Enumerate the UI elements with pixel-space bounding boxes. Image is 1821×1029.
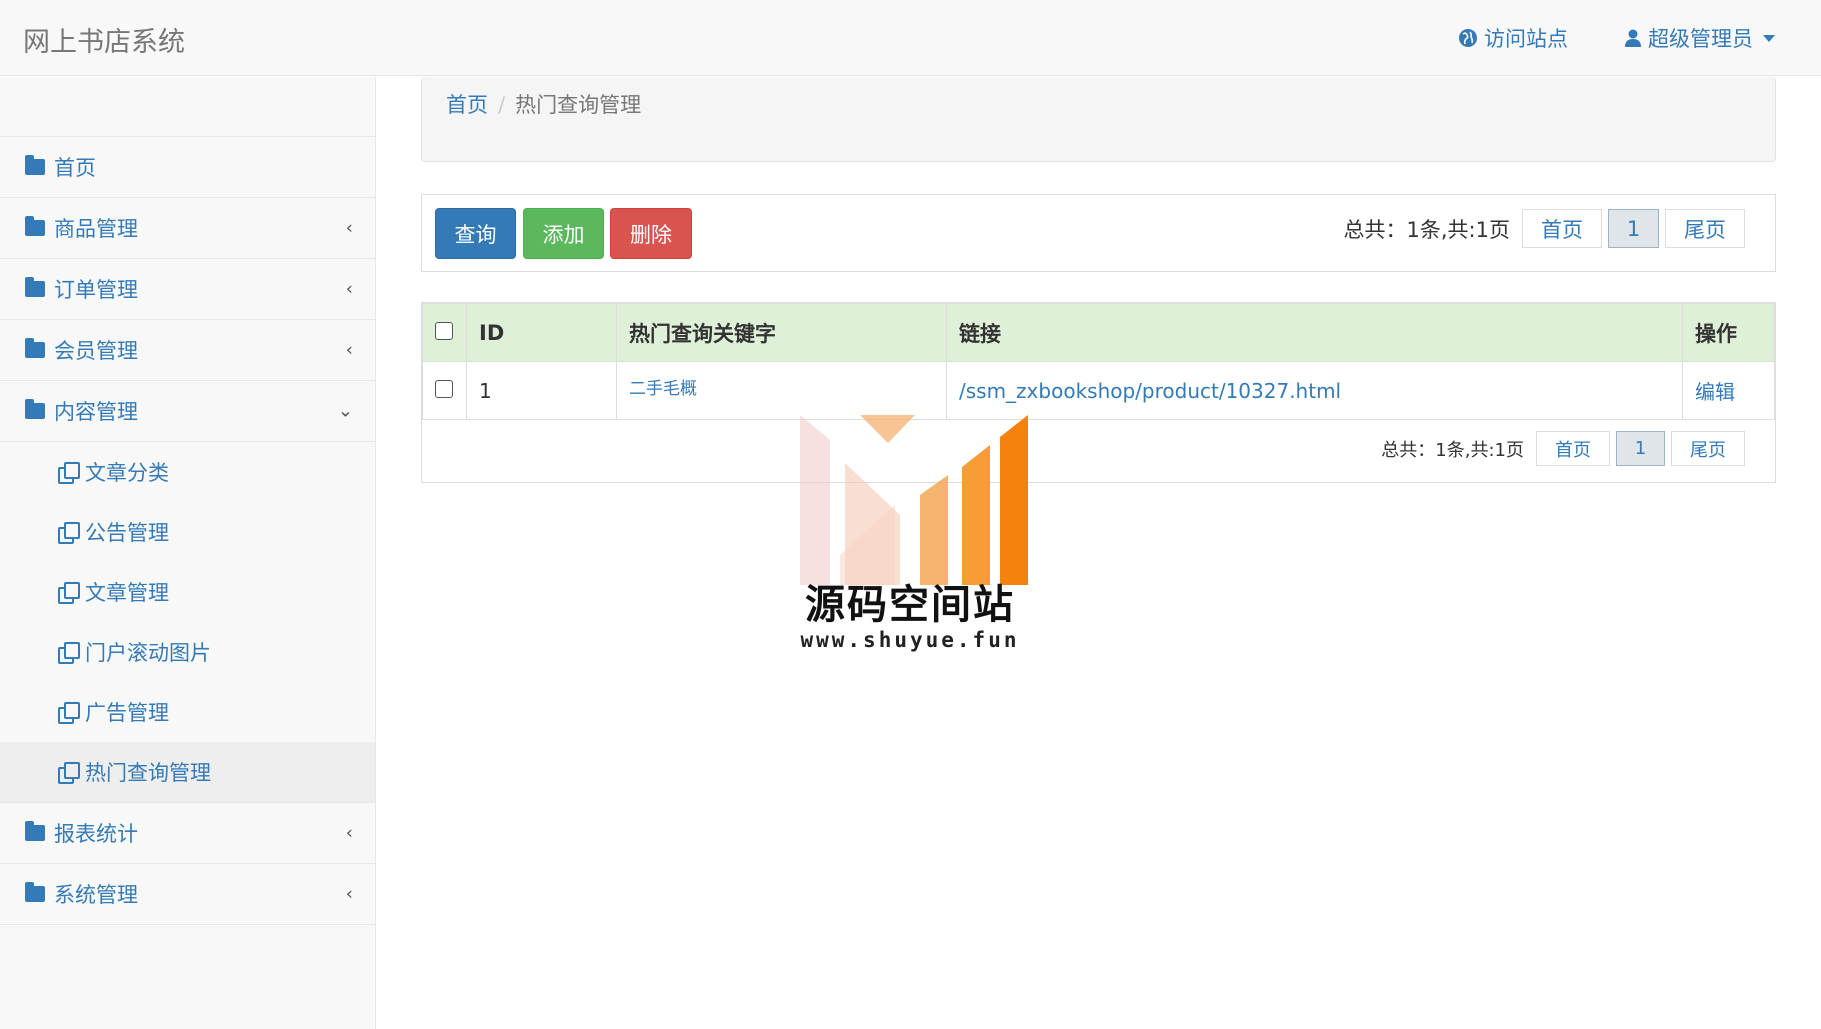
sidebar-item-content[interactable]: 内容管理 ⌄ (0, 381, 375, 442)
row-link-cell: /ssm_zxbookshop/product/10327.html (946, 361, 1683, 420)
sidebar-item-order[interactable]: 订单管理 ‹ (0, 259, 375, 320)
copy-icon (58, 522, 80, 544)
pagination-total: 总共：1条,共:1页 (1343, 217, 1510, 242)
pagination-top: 总共：1条,共:1页 首页 1 尾页 (1344, 209, 1745, 248)
globe-icon (1459, 29, 1477, 47)
visit-site-label: 访问站点 (1484, 27, 1568, 51)
chevron-left-icon: ‹ (345, 339, 353, 361)
breadcrumb: 首页 / 热门查询管理 (421, 77, 1776, 162)
select-all-checkbox[interactable] (435, 321, 453, 340)
pagination-bottom: 总共：1条,共:1页 首页 1 尾页 (1381, 431, 1745, 466)
table-header-row: ID 热门查询关键字 链接 操作 (422, 303, 1775, 362)
folder-icon (25, 216, 45, 236)
watermark-url: www.shuyue.fun (800, 628, 1020, 652)
sidebar-item-label: 首页 (54, 156, 96, 180)
sidebar-item-label: 报表统计 (54, 822, 138, 846)
toolbar-panel: 查询 添加 删除 总共：1条,共:1页 首页 1 尾页 (421, 194, 1776, 272)
sidebar-subitem-label: 广告管理 (85, 701, 169, 725)
last-page-button[interactable]: 尾页 (1671, 431, 1745, 466)
folder-icon (25, 338, 45, 358)
folder-icon (25, 821, 45, 841)
row-checkbox[interactable] (435, 379, 453, 398)
sidebar-item-member[interactable]: 会员管理 ‹ (0, 320, 375, 381)
sidebar-subitem-label: 门户滚动图片 (85, 641, 211, 665)
chevron-left-icon: ‹ (345, 822, 353, 844)
chevron-down-icon: ⌄ (337, 400, 353, 422)
sidebar: 首页 商品管理 ‹ 订单管理 ‹ 会员管理 ‹ 内容管理 ⌄ 文章分类 公告管理… (0, 77, 376, 1029)
sidebar-subitem-carousel[interactable]: 门户滚动图片 (0, 622, 375, 682)
header-keyword: 热门查询关键字 (616, 303, 947, 362)
sidebar-item-label: 系统管理 (54, 883, 138, 907)
sidebar-item-product[interactable]: 商品管理 ‹ (0, 198, 375, 259)
sidebar-subitem-article-category[interactable]: 文章分类 (0, 442, 375, 502)
sidebar-subitem-label: 公告管理 (85, 521, 169, 545)
sidebar-item-label: 商品管理 (54, 217, 138, 241)
sidebar-item-home[interactable]: 首页 (0, 137, 375, 198)
copy-icon (58, 582, 80, 604)
breadcrumb-current: 热门查询管理 (515, 93, 642, 117)
first-page-button[interactable]: 首页 (1536, 431, 1610, 466)
breadcrumb-separator: / (498, 93, 506, 117)
sidebar-search-area (0, 77, 375, 137)
sidebar-subitem-article[interactable]: 文章管理 (0, 562, 375, 622)
chevron-left-icon: ‹ (345, 278, 353, 300)
content-submenu: 文章分类 公告管理 文章管理 门户滚动图片 广告管理 热门查询管理 (0, 442, 375, 803)
first-page-button[interactable]: 首页 (1522, 209, 1602, 248)
query-button[interactable]: 查询 (435, 208, 516, 259)
folder-icon (25, 882, 45, 902)
pagination-bottom-row: 总共：1条,共:1页 首页 1 尾页 (422, 420, 1775, 483)
sidebar-item-label: 内容管理 (54, 400, 138, 424)
copy-icon (58, 762, 80, 784)
page-number-button[interactable]: 1 (1616, 431, 1665, 466)
sidebar-subitem-notice[interactable]: 公告管理 (0, 502, 375, 562)
header-action: 操作 (1682, 303, 1775, 362)
copy-icon (58, 642, 80, 664)
user-icon (1625, 29, 1641, 47)
admin-user-dropdown[interactable]: 超级管理员 (1624, 23, 1775, 53)
folder-icon (25, 277, 45, 297)
sidebar-subitem-label: 热门查询管理 (85, 761, 211, 785)
hot-query-table-panel: ID 热门查询关键字 链接 操作 1 二手毛概 /ssm_zxbookshop/… (421, 302, 1776, 483)
add-button[interactable]: 添加 (523, 208, 604, 259)
watermark-title: 源码空间站 (805, 582, 1015, 628)
chevron-left-icon: ‹ (345, 217, 353, 239)
brand-title[interactable]: 网上书店系统 (23, 20, 185, 59)
copy-icon (58, 462, 80, 484)
row-select-cell (422, 361, 467, 420)
folder-icon (25, 155, 45, 175)
edit-link[interactable]: 编辑 (1695, 380, 1735, 404)
folder-icon (25, 399, 45, 419)
row-id: 1 (466, 361, 617, 420)
sidebar-subitem-label: 文章管理 (85, 581, 169, 605)
breadcrumb-home-link[interactable]: 首页 (446, 93, 488, 117)
page-number-button[interactable]: 1 (1608, 209, 1659, 248)
last-page-button[interactable]: 尾页 (1665, 209, 1745, 248)
sidebar-subitem-ad[interactable]: 广告管理 (0, 682, 375, 742)
header-select-all (422, 303, 467, 362)
top-navbar: 网上书店系统 访问站点 超级管理员 (0, 0, 1821, 76)
sidebar-item-system[interactable]: 系统管理 ‹ (0, 864, 375, 925)
sidebar-item-report[interactable]: 报表统计 ‹ (0, 803, 375, 864)
header-link: 链接 (946, 303, 1683, 362)
sidebar-subitem-hot-query[interactable]: 热门查询管理 (0, 742, 375, 802)
header-id: ID (466, 303, 617, 362)
pagination-total: 总共：1条,共:1页 (1381, 439, 1524, 461)
chevron-left-icon: ‹ (345, 883, 353, 905)
delete-button[interactable]: 删除 (610, 208, 692, 259)
visit-site-link[interactable]: 访问站点 (1458, 23, 1568, 53)
copy-icon (58, 702, 80, 724)
sidebar-subitem-label: 文章分类 (85, 461, 169, 485)
caret-down-icon (1763, 34, 1775, 42)
table-row: 1 二手毛概 /ssm_zxbookshop/product/10327.htm… (422, 361, 1775, 420)
sidebar-item-label: 会员管理 (54, 339, 138, 363)
hot-query-table: ID 热门查询关键字 链接 操作 1 二手毛概 /ssm_zxbookshop/… (422, 303, 1775, 420)
admin-user-label: 超级管理员 (1648, 27, 1753, 51)
sidebar-item-label: 订单管理 (54, 278, 138, 302)
row-action-cell: 编辑 (1682, 361, 1775, 420)
